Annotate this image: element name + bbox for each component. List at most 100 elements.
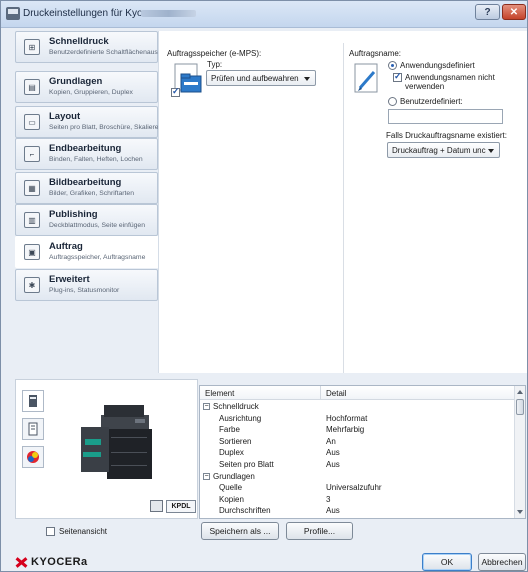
table-group-row[interactable]: − Schnelldruck xyxy=(200,402,516,412)
sidebar-item-layout[interactable]: ▭ Layout Seiten pro Blatt, Broschüre, Sk… xyxy=(15,106,162,138)
color-view-icon xyxy=(27,451,39,463)
tab-color-view[interactable] xyxy=(22,446,44,468)
layout-icon: ▭ xyxy=(24,114,40,130)
cell-element: Ausrichtung xyxy=(219,413,262,423)
pdl-icon xyxy=(150,500,163,512)
cell-detail: Aus xyxy=(326,460,340,469)
no-app-name-checkbox[interactable] xyxy=(393,71,402,82)
job-storage-type-select[interactable]: Prüfen und aufbewahren xyxy=(206,70,316,86)
sidebar-item-label: Auftrag xyxy=(49,241,83,252)
title-bar: Druckeinstellungen für Kyocera ? ✕ xyxy=(1,1,527,28)
ok-button[interactable]: OK xyxy=(422,553,472,571)
cell-detail: Mehrfarbig xyxy=(326,425,365,435)
tab-page-view[interactable] xyxy=(22,418,44,440)
no-app-name-label-line1: Anwendungsnamen nicht xyxy=(405,73,495,82)
cell-detail: Aus xyxy=(326,506,340,516)
sidebar-item-erweitert[interactable]: ✱ Erweitert Plug-ins, Statusmonitor xyxy=(15,269,158,301)
sidebar-item-label: Schnelldruck xyxy=(49,36,109,47)
sidebar-item-bildbearbeitung[interactable]: ▦ Bildbearbeitung Bilder, Grafiken, Schr… xyxy=(15,172,158,204)
table-row[interactable]: Ausrichtung Hochformat xyxy=(200,414,516,424)
cancel-button[interactable]: Abbrechen xyxy=(478,553,526,571)
table-group-row[interactable]: − Grundlagen xyxy=(200,472,516,482)
sidebar-item-label: Erweitert xyxy=(49,274,90,285)
job-name-label: Auftragsname: xyxy=(349,49,402,58)
user-defined-radio[interactable] xyxy=(388,97,397,106)
job-storage-checkbox[interactable] xyxy=(171,86,180,97)
print-settings-window: Druckeinstellungen für Kyocera ? ✕ ⊞ Sch… xyxy=(0,0,528,572)
sidebar-item-subtitle: Seiten pro Blatt, Broschüre, Skalieren xyxy=(49,124,163,131)
cell-element: Seiten pro Blatt xyxy=(219,460,274,469)
kyocera-mark-icon xyxy=(15,557,28,568)
chevron-down-icon xyxy=(304,77,310,81)
printer-preview-panel: KPDL xyxy=(15,379,198,519)
cell-element: Sortieren xyxy=(219,436,252,446)
app-defined-label: Anwendungsdefiniert xyxy=(400,61,475,70)
finishing-icon: ⌐ xyxy=(24,146,40,162)
sidebar-item-subtitle: Deckblattmodus, Seite einfügen xyxy=(49,222,145,229)
sidebar-item-endbearbeitung[interactable]: ⌐ Endbearbeitung Binden, Falten, Heften,… xyxy=(15,138,158,170)
column-header-element: Element xyxy=(205,389,235,398)
cell-element: Duplex xyxy=(219,448,244,458)
sidebar-item-label: Grundlagen xyxy=(49,76,103,87)
printer-image xyxy=(71,397,166,487)
sidebar-item-subtitle: Benutzerdefinierte Schaltflächenauswahl xyxy=(49,49,172,56)
job-name-exists-value: Druckauftrag + Datum unc xyxy=(392,146,486,155)
table-row[interactable]: Seiten pro Blatt Aus xyxy=(200,460,516,470)
sidebar-item-grundlagen[interactable]: ▤ Grundlagen Kopien, Gruppieren, Duplex xyxy=(15,71,158,103)
sidebar-item-publishing[interactable]: ▥ Publishing Deckblattmodus, Seite einfü… xyxy=(15,204,158,236)
advanced-icon: ✱ xyxy=(24,277,40,293)
cell-detail: Universalzufuhr xyxy=(326,483,382,493)
table-row[interactable]: Quelle Universalzufuhr xyxy=(200,483,516,493)
imaging-icon: ▦ xyxy=(24,180,40,196)
cell-element: Grundlagen xyxy=(213,471,255,481)
save-as-button[interactable]: Speichern als ... xyxy=(201,522,279,540)
sidebar-item-subtitle: Bilder, Grafiken, Schriftarten xyxy=(49,190,134,197)
page-view-checkbox[interactable] xyxy=(46,527,55,536)
help-button[interactable]: ? xyxy=(475,4,500,20)
user-defined-input[interactable] xyxy=(388,109,503,124)
section-divider xyxy=(343,43,344,373)
cell-element: Quelle xyxy=(219,483,243,493)
sidebar-item-schnelldruck[interactable]: ⊞ Schnelldruck Benutzerdefinierte Schalt… xyxy=(15,31,172,63)
scroll-down-icon[interactable] xyxy=(517,510,523,514)
table-row[interactable]: Sortieren An xyxy=(200,437,516,447)
page-view-label: Seitenansicht xyxy=(59,527,108,536)
table-row[interactable]: Duplex Aus xyxy=(200,448,516,458)
close-button[interactable]: ✕ xyxy=(502,4,526,20)
table-row[interactable]: Durchschriften Aus xyxy=(200,506,516,516)
cell-detail: Aus xyxy=(326,448,340,458)
collapse-icon[interactable]: − xyxy=(203,472,210,480)
user-defined-label: Benutzerdefiniert: xyxy=(400,97,463,106)
logo-text: KYOCERa xyxy=(31,556,88,568)
sidebar-item-subtitle: Auftragsspeicher, Auftragsname xyxy=(49,254,146,261)
cell-detail: Hochformat xyxy=(326,413,368,423)
tab-printer-view[interactable] xyxy=(22,390,44,412)
sidebar-item-auftrag[interactable]: ▣ Auftrag Auftragsspeicher, Auftragsname xyxy=(15,236,160,268)
chevron-down-icon xyxy=(488,149,494,153)
printer-view-icon xyxy=(29,395,37,407)
cell-element: Schnelldruck xyxy=(213,402,259,411)
page-view-icon xyxy=(28,422,38,436)
kpdl-badge: KPDL xyxy=(166,500,196,513)
basic-icon: ▤ xyxy=(24,79,40,95)
profiles-button[interactable]: Profile... xyxy=(286,522,353,540)
sidebar-item-label: Bildbearbeitung xyxy=(49,177,122,188)
publishing-icon: ▥ xyxy=(24,212,40,228)
app-defined-radio[interactable] xyxy=(388,61,397,70)
sidebar-item-label: Publishing xyxy=(49,209,98,220)
settings-summary-table[interactable]: Element Detail − Schnelldruck Ausrichtung H… xyxy=(199,385,526,519)
scroll-thumb[interactable] xyxy=(516,399,524,415)
job-storage-type-value: Prüfen und aufbewahren xyxy=(211,74,299,83)
table-row[interactable]: Farbe Mehrfarbig xyxy=(200,425,516,435)
collapse-icon[interactable]: − xyxy=(203,403,210,410)
cell-element: Kopien xyxy=(219,494,244,504)
table-row[interactable]: Kopien 3 xyxy=(200,495,516,505)
job-name-exists-select[interactable]: Druckauftrag + Datum unc xyxy=(387,142,500,158)
table-scrollbar[interactable] xyxy=(514,386,525,518)
no-app-name-label-line2: verwenden xyxy=(405,82,445,91)
type-label: Typ: xyxy=(207,60,223,69)
scroll-up-icon[interactable] xyxy=(517,390,523,394)
sidebar-item-label: Endbearbeitung xyxy=(49,143,122,154)
job-storage-label: Auftragsspeicher (e-MPS): xyxy=(167,49,262,58)
column-divider xyxy=(320,386,321,400)
